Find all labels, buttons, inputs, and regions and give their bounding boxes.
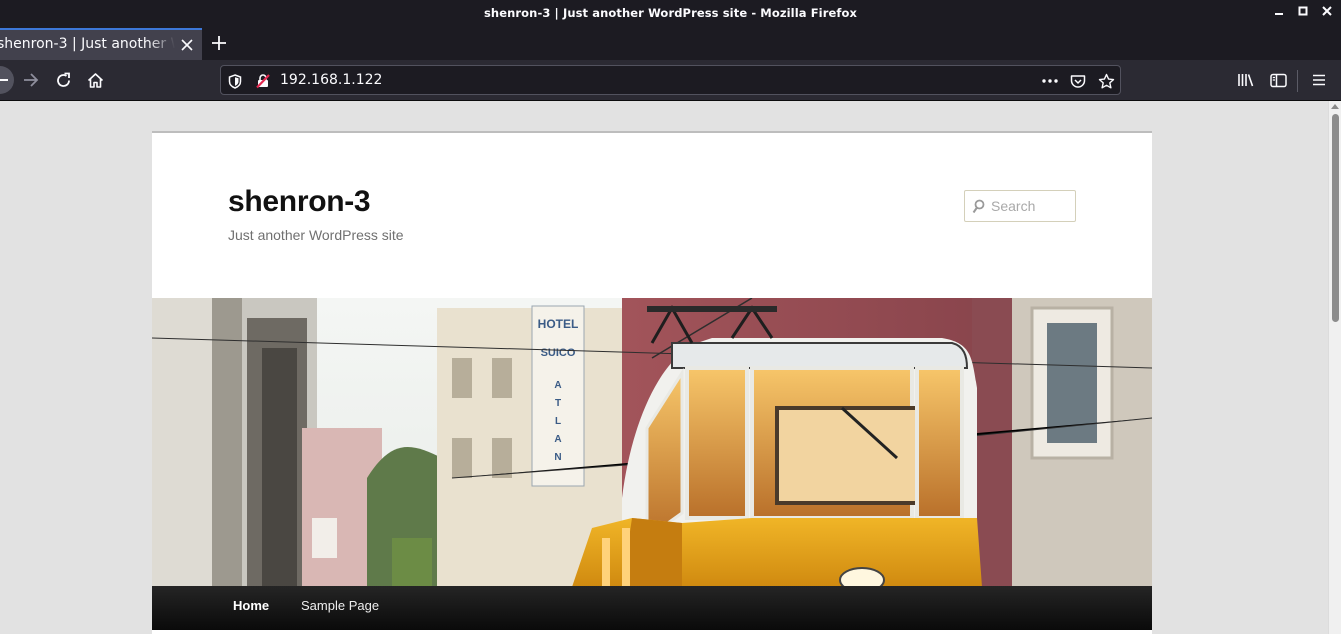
window-titlebar: shenron-3 | Just another WordPress site … — [0, 0, 1341, 27]
search-input[interactable] — [991, 196, 1071, 216]
hamburger-menu-icon — [1313, 74, 1325, 86]
close-window-button[interactable] — [1321, 4, 1333, 20]
sidebar-button[interactable] — [1266, 68, 1290, 92]
svg-text:T: T — [555, 398, 561, 409]
reload-button[interactable] — [51, 68, 75, 92]
wordpress-page: shenron-3 Just another WordPress site Se… — [152, 131, 1152, 634]
shield-icon[interactable] — [226, 72, 244, 90]
svg-text:L: L — [555, 416, 561, 427]
scroll-up-arrow-icon[interactable] — [1331, 104, 1339, 109]
svg-text:SUICO: SUICO — [541, 347, 576, 359]
menu-item-sample-page[interactable]: Sample Page — [301, 598, 379, 613]
svg-text:HOTEL: HOTEL — [538, 317, 579, 331]
tab-strip: shenron-3 | Just another WordPress site — [0, 27, 1341, 60]
tab-close-icon[interactable] — [181, 34, 193, 60]
url-bar[interactable]: 192.168.1.122 — [220, 65, 1121, 95]
url-text[interactable]: 192.168.1.122 — [280, 72, 382, 88]
window-title: shenron-3 | Just another WordPress site … — [483, 6, 858, 20]
home-button[interactable] — [83, 68, 107, 92]
menu-item-home[interactable]: Home — [233, 598, 269, 613]
back-arrow-icon — [0, 79, 8, 81]
navigation-toolbar: 192.168.1.122 — [0, 60, 1341, 101]
magnifier-icon — [972, 199, 985, 218]
back-button[interactable] — [0, 66, 14, 94]
scrollbar-thumb[interactable] — [1332, 114, 1339, 322]
site-title[interactable]: shenron-3 — [228, 185, 371, 219]
web-content: shenron-3 Just another WordPress site Se… — [0, 101, 1341, 634]
new-tab-button[interactable] — [208, 30, 230, 56]
svg-text:N: N — [554, 452, 561, 463]
reload-icon — [56, 72, 70, 87]
insecure-lock-icon[interactable] — [254, 72, 272, 90]
sidebar-icon — [1269, 73, 1287, 87]
toolbar-divider — [1297, 70, 1298, 92]
pocket-icon[interactable] — [1069, 72, 1087, 90]
svg-text:A: A — [554, 434, 561, 445]
home-icon — [87, 72, 103, 88]
app-menu-button[interactable] — [1307, 68, 1331, 92]
library-button[interactable] — [1234, 68, 1258, 92]
star-icon[interactable] — [1097, 72, 1115, 90]
main-navigation: Home Sample Page — [152, 586, 1152, 630]
library-icon — [1238, 74, 1254, 87]
maximize-button[interactable] — [1297, 4, 1309, 20]
tab-title: shenron-3 | Just another WordPress site — [0, 36, 175, 52]
svg-text:A: A — [554, 380, 561, 391]
forward-button[interactable] — [19, 68, 43, 92]
page-scrollbar[interactable] — [1328, 101, 1341, 634]
site-description: Just another WordPress site — [228, 227, 404, 243]
tab-active[interactable]: shenron-3 | Just another WordPress site — [0, 28, 202, 60]
window-controls — [1273, 4, 1333, 20]
header-image: HOTEL SUICO A T L A N — [152, 298, 1152, 587]
search-form[interactable] — [964, 190, 1076, 222]
more-dots-icon[interactable] — [1041, 72, 1059, 90]
minimize-button[interactable] — [1273, 4, 1285, 20]
forward-arrow-icon — [24, 73, 39, 87]
